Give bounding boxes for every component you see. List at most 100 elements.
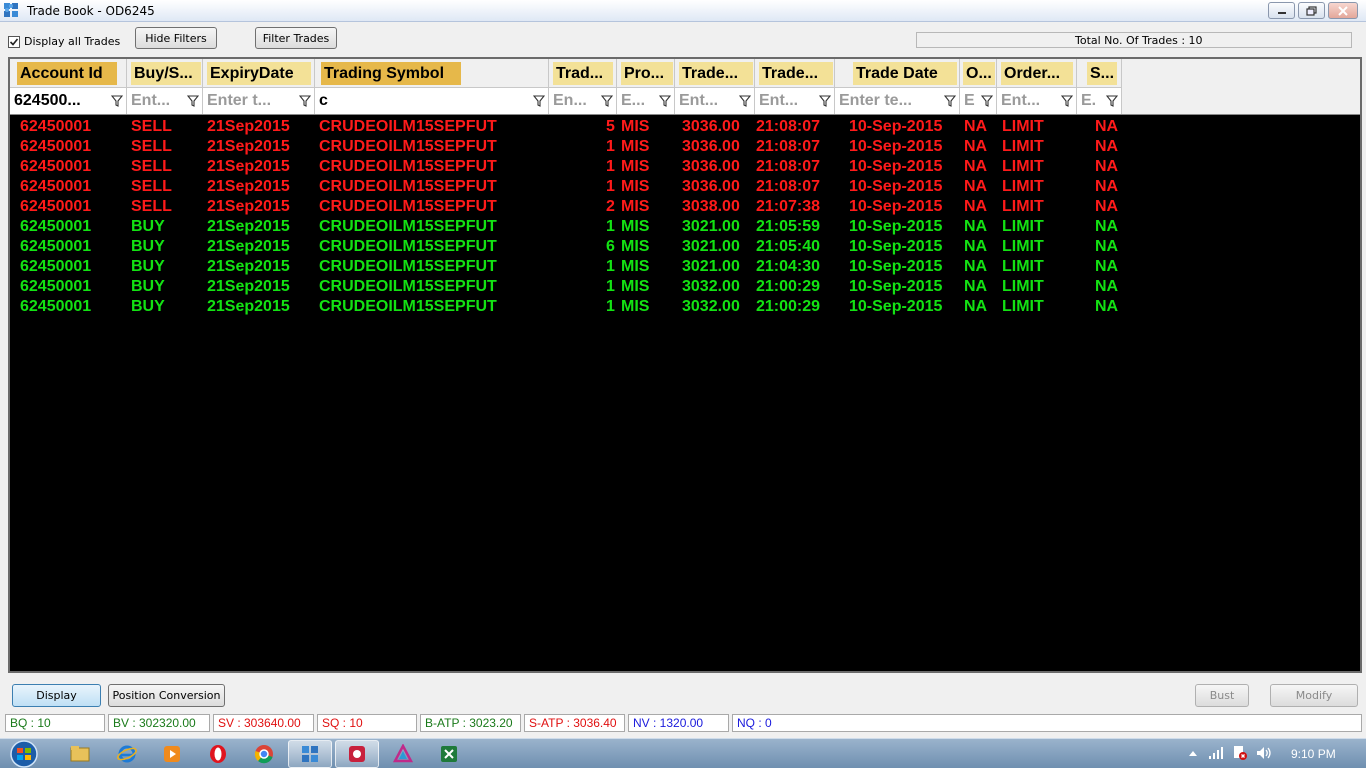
trade-qty-cell: 1	[606, 278, 615, 295]
taskbar-excel[interactable]	[427, 740, 471, 768]
filter-input-o[interactable]: E	[964, 92, 978, 110]
total-trades-text: Total No. Of Trades : 10	[1075, 34, 1203, 47]
position-conversion-button[interactable]: Position Conversion	[108, 684, 225, 707]
windows-start-icon[interactable]	[4, 740, 44, 768]
product-cell: MIS	[621, 138, 650, 155]
taskbar-file-explorer[interactable]	[58, 740, 102, 768]
o-cell: NA	[964, 298, 988, 315]
column-header-trading-symbol[interactable]: Trading Symbol	[315, 59, 549, 88]
filter-input-order-type[interactable]: Ent...	[1001, 92, 1058, 110]
trade-row[interactable]: 62450001 SELL 21Sep2015 CRUDEOILM15SEPFUT 1 M…	[10, 137, 1360, 157]
filter-cell-trading-symbol[interactable]: c	[315, 88, 549, 114]
taskbar-trade-app[interactable]	[288, 740, 332, 768]
filter-funnel-icon[interactable]	[111, 95, 123, 107]
filter-funnel-icon[interactable]	[739, 95, 751, 107]
trade-row[interactable]: 62450001 SELL 21Sep2015 CRUDEOILM15SEPFUT 1 M…	[10, 157, 1360, 177]
taskbar-opera[interactable]	[196, 740, 240, 768]
trade-grid[interactable]: Account Id 624500... Buy/S... Ent... ExpiryD…	[8, 57, 1362, 673]
filter-funnel-icon[interactable]	[981, 95, 993, 107]
buy-sell-cell: BUY	[131, 258, 165, 275]
filter-cell-trade-date[interactable]: Enter te...	[835, 88, 960, 114]
display-all-trades-toggle[interactable]: Display all Trades	[8, 35, 120, 48]
filter-input-account-id[interactable]: 624500...	[14, 92, 108, 110]
filter-funnel-icon[interactable]	[1061, 95, 1073, 107]
modify-button[interactable]: Modify	[1270, 684, 1358, 707]
column-header-expiry-date[interactable]: ExpiryDate	[203, 59, 315, 88]
filter-input-trade-qty[interactable]: En...	[553, 92, 598, 110]
hide-filters-button[interactable]: Hide Filters	[135, 27, 217, 49]
expiry-date-cell: 21Sep2015	[207, 298, 290, 315]
taskbar-internet-explorer[interactable]	[105, 740, 149, 768]
filter-funnel-icon[interactable]	[533, 95, 545, 107]
restore-button[interactable]	[1298, 2, 1325, 19]
expiry-date-cell: 21Sep2015	[207, 158, 290, 175]
filter-input-trade-date[interactable]: Enter te...	[839, 92, 941, 110]
filter-cell-buy-sell[interactable]: Ent...	[127, 88, 203, 114]
filter-cell-s[interactable]: E.	[1077, 88, 1122, 114]
trade-row[interactable]: 62450001 SELL 21Sep2015 CRUDEOILM15SEPFUT 2 M…	[10, 197, 1360, 217]
filter-input-trade-price[interactable]: Ent...	[679, 92, 736, 110]
minimize-button[interactable]	[1268, 2, 1295, 19]
column-header-o[interactable]: O...	[960, 59, 997, 88]
trade-row[interactable]: 62450001 SELL 21Sep2015 CRUDEOILM15SEPFUT 1 M…	[10, 177, 1360, 197]
column-header-trade-date[interactable]: Trade Date	[835, 59, 960, 88]
filter-cell-order-type[interactable]: Ent...	[997, 88, 1077, 114]
trade-row[interactable]: 62450001 BUY 21Sep2015 CRUDEOILM15SEPFUT 1 MI…	[10, 257, 1360, 277]
filter-funnel-icon[interactable]	[299, 95, 311, 107]
filter-input-s[interactable]: E.	[1081, 92, 1103, 110]
column-header-trade-qty[interactable]: Trad...	[549, 59, 617, 88]
order-type-cell: LIMIT	[1002, 138, 1044, 155]
filter-cell-trade-qty[interactable]: En...	[549, 88, 617, 114]
taskbar-clock[interactable]: 9:10 PM	[1291, 747, 1336, 761]
trade-row[interactable]: 62450001 BUY 21Sep2015 CRUDEOILM15SEPFUT 1 MI…	[10, 277, 1360, 297]
account-id-cell: 62450001	[20, 158, 92, 175]
filter-cell-trade-price[interactable]: Ent...	[675, 88, 755, 114]
column-header-buy-sell[interactable]: Buy/S...	[127, 59, 203, 88]
volume-icon[interactable]	[1256, 746, 1272, 760]
show-hidden-icons-icon[interactable]	[1188, 749, 1198, 757]
filter-funnel-icon[interactable]	[187, 95, 199, 107]
product-cell: MIS	[621, 218, 650, 235]
satp-stat: S-ATP : 3036.40	[524, 714, 625, 732]
close-button[interactable]	[1328, 2, 1358, 19]
filter-cell-account-id[interactable]: 624500...	[10, 88, 127, 114]
network-signal-icon[interactable]	[1208, 746, 1224, 760]
taskbar-red-app[interactable]	[335, 740, 379, 768]
column-header-order-type[interactable]: Order...	[997, 59, 1077, 88]
column-header-trade-time[interactable]: Trade...	[755, 59, 835, 88]
bust-button[interactable]: Bust	[1195, 684, 1249, 707]
filter-input-trading-symbol[interactable]: c	[319, 92, 530, 110]
account-id-cell: 62450001	[20, 278, 92, 295]
trade-row[interactable]: 62450001 BUY 21Sep2015 CRUDEOILM15SEPFUT 1 MI…	[10, 297, 1360, 317]
filter-trades-button[interactable]: Filter Trades	[255, 27, 337, 49]
filter-funnel-icon[interactable]	[1106, 95, 1118, 107]
filter-input-expiry-date[interactable]: Enter t...	[207, 92, 296, 110]
expiry-date-cell: 21Sep2015	[207, 218, 290, 235]
trade-row[interactable]: 62450001 SELL 21Sep2015 CRUDEOILM15SEPFUT 5 M…	[10, 117, 1360, 137]
filter-input-product[interactable]: E...	[621, 92, 656, 110]
filter-cell-trade-time[interactable]: Ent...	[755, 88, 835, 114]
title-bar[interactable]: Trade Book - OD6245	[0, 0, 1366, 22]
column-header-s[interactable]: S...	[1077, 59, 1122, 88]
filter-input-buy-sell[interactable]: Ent...	[131, 92, 184, 110]
s-cell: NA	[1095, 178, 1119, 195]
taskbar-chrome[interactable]	[242, 740, 286, 768]
filter-input-trade-time[interactable]: Ent...	[759, 92, 816, 110]
filter-cell-expiry-date[interactable]: Enter t...	[203, 88, 315, 114]
column-header-account-id[interactable]: Account Id	[10, 59, 127, 88]
column-header-trade-price[interactable]: Trade...	[675, 59, 755, 88]
filter-funnel-icon[interactable]	[819, 95, 831, 107]
display-button[interactable]: Display	[12, 684, 101, 707]
filter-cell-product[interactable]: E...	[617, 88, 675, 114]
filter-cell-o[interactable]: E	[960, 88, 997, 114]
trade-row[interactable]: 62450001 BUY 21Sep2015 CRUDEOILM15SEPFUT 6 MI…	[10, 237, 1360, 257]
filter-funnel-icon[interactable]	[659, 95, 671, 107]
action-center-icon[interactable]	[1232, 745, 1248, 761]
filter-funnel-icon[interactable]	[601, 95, 613, 107]
column-header-product[interactable]: Pro...	[617, 59, 675, 88]
taskbar-triangle-app[interactable]	[381, 740, 425, 768]
trade-row[interactable]: 62450001 BUY 21Sep2015 CRUDEOILM15SEPFUT 1 MI…	[10, 217, 1360, 237]
filter-funnel-icon[interactable]	[944, 95, 956, 107]
display-all-checkbox[interactable]	[8, 35, 20, 48]
taskbar-media-player[interactable]	[150, 740, 194, 768]
